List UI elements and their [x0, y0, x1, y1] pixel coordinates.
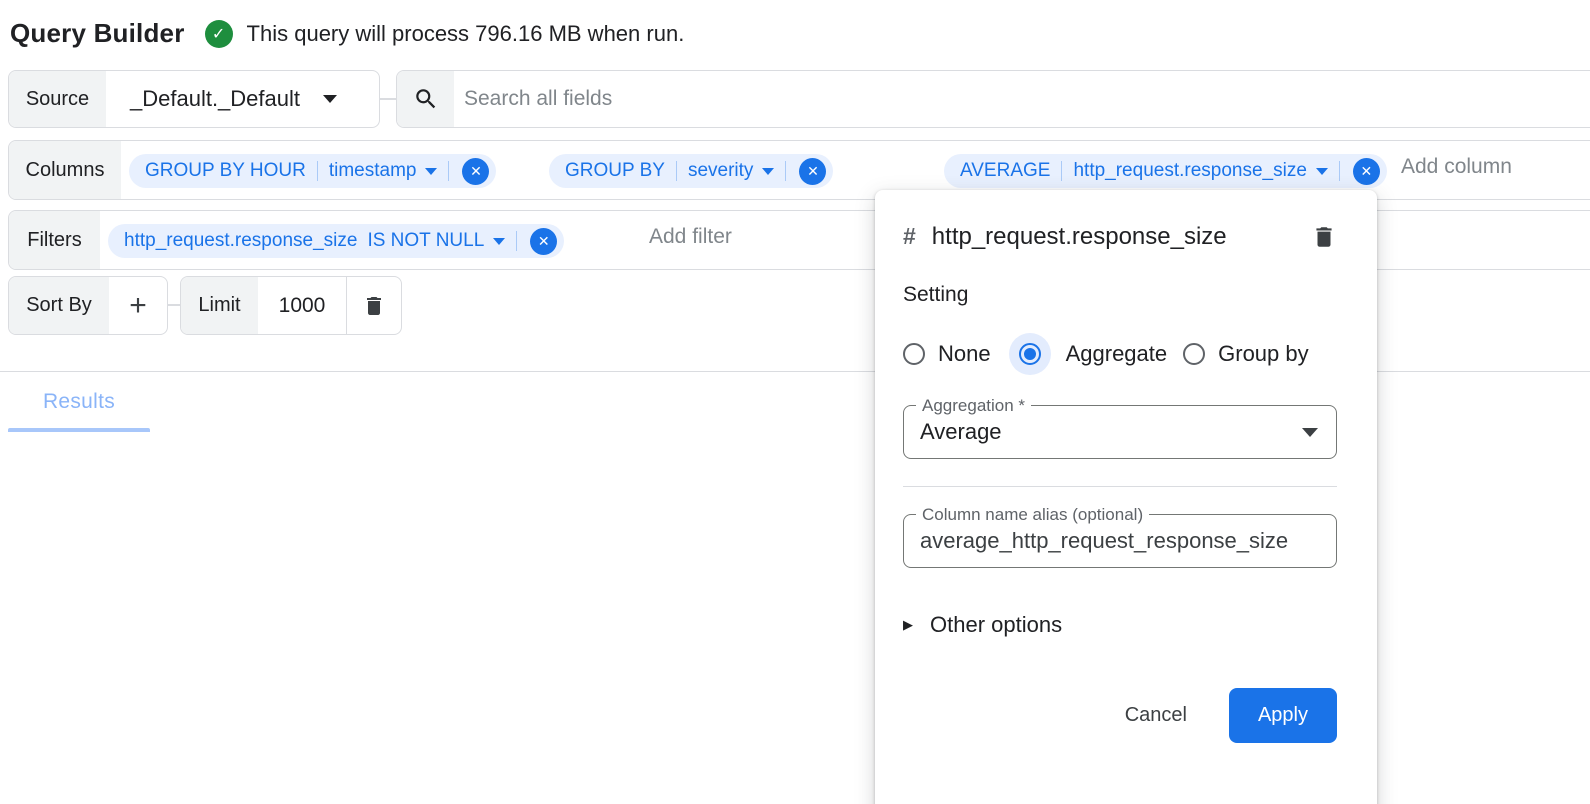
remove-chip-icon[interactable]: ✕	[799, 158, 826, 185]
alias-label: Column name alias (optional)	[916, 505, 1149, 525]
radio-option-group-by[interactable]: Group by	[1183, 341, 1325, 367]
tab-results[interactable]: Results	[8, 380, 150, 432]
remove-chip-icon[interactable]: ✕	[1353, 158, 1380, 185]
chevron-down-icon	[1302, 428, 1318, 437]
add-column-input[interactable]	[1401, 155, 1590, 179]
check-circle-icon: ✓	[205, 20, 233, 48]
disclosure-triangle-icon: ▶	[903, 617, 913, 633]
connector-dash	[168, 304, 180, 306]
numeric-type-icon: #	[903, 216, 916, 256]
column-chip-timestamp[interactable]: GROUP BY HOUR timestamp ✕	[129, 154, 496, 188]
chevron-down-icon	[1316, 168, 1328, 175]
chip-prefix: GROUP BY	[565, 160, 665, 182]
tab-active-underline	[8, 428, 150, 432]
apply-button[interactable]: Apply	[1229, 688, 1337, 743]
radio-icon-aggregate-selected[interactable]	[1019, 343, 1041, 365]
sort-by-group: Sort By +	[8, 276, 168, 335]
filter-field: http_request.response_size	[124, 230, 357, 252]
chip-divider	[676, 161, 677, 181]
limit-group: Limit 1000	[180, 276, 402, 335]
column-chip-response-size[interactable]: AVERAGE http_request.response_size ✕	[944, 154, 1387, 188]
other-options-toggle[interactable]: ▶ Other options	[903, 612, 1337, 638]
chip-field-dropdown[interactable]: severity	[688, 160, 774, 182]
query-builder-panel: Query Builder ✓ This query will process …	[0, 0, 1590, 804]
chip-divider	[317, 161, 318, 181]
radio-option-aggregate[interactable]: Aggregate	[1007, 333, 1184, 375]
cancel-button[interactable]: Cancel	[1125, 704, 1187, 727]
limit-value[interactable]: 1000	[258, 277, 346, 334]
search-input[interactable]	[454, 71, 1590, 127]
page-title: Query Builder	[10, 18, 185, 49]
plus-icon: +	[129, 289, 147, 323]
search-bar	[396, 70, 1590, 128]
chip-prefix: AVERAGE	[960, 160, 1050, 182]
delete-column-button[interactable]	[1311, 224, 1337, 253]
radio-halo	[1009, 333, 1051, 375]
remove-chip-icon[interactable]: ✕	[462, 158, 489, 185]
chevron-down-icon	[323, 95, 337, 103]
alias-input[interactable]	[904, 528, 1336, 554]
source-row: Source _Default._Default	[8, 70, 380, 128]
trash-icon	[362, 294, 386, 318]
search-icon	[413, 86, 439, 112]
chip-divider	[1061, 161, 1062, 181]
filter-chip-response-size[interactable]: http_request.response_size IS NOT NULL ✕	[108, 224, 564, 258]
setting-radio-group: None Aggregate Group by	[903, 333, 1337, 375]
chip-field-dropdown[interactable]: timestamp	[329, 160, 438, 182]
add-filter-input[interactable]	[649, 225, 869, 249]
columns-label: Columns	[9, 141, 121, 199]
column-chip-severity[interactable]: GROUP BY severity ✕	[549, 154, 833, 188]
chevron-down-icon	[425, 168, 437, 175]
chip-field-dropdown[interactable]: http_request.response_size	[1073, 160, 1327, 182]
search-icon-cell	[397, 71, 454, 127]
column-settings-dialog: # http_request.response_size Setting Non…	[875, 190, 1377, 804]
trash-icon	[1311, 224, 1337, 250]
filters-label: Filters	[9, 211, 100, 269]
dialog-title: http_request.response_size	[932, 216, 1262, 257]
filter-condition-dropdown[interactable]: IS NOT NULL	[367, 230, 505, 252]
chip-divider	[785, 161, 786, 181]
dialog-actions: Cancel Apply	[903, 688, 1337, 743]
sort-by-label: Sort By	[9, 277, 109, 334]
setting-heading: Setting	[903, 283, 1337, 307]
chip-prefix: GROUP BY HOUR	[145, 160, 306, 182]
chip-divider	[448, 161, 449, 181]
chip-divider	[1339, 161, 1340, 181]
limit-label: Limit	[181, 277, 258, 334]
connector-dash	[380, 98, 396, 100]
aggregation-label: Aggregation *	[916, 396, 1031, 416]
header: Query Builder ✓ This query will process …	[10, 18, 684, 49]
tab-results-label: Results	[8, 380, 150, 424]
alias-field: Column name alias (optional)	[903, 514, 1337, 568]
aggregation-value: Average	[904, 419, 1002, 445]
radio-option-none[interactable]: None	[903, 341, 1007, 367]
dialog-divider	[903, 486, 1337, 487]
source-label: Source	[9, 71, 106, 127]
delete-limit-button[interactable]	[347, 277, 401, 334]
radio-icon-group-by[interactable]	[1183, 343, 1205, 365]
source-dropdown-value: _Default._Default	[130, 86, 300, 112]
remove-chip-icon[interactable]: ✕	[530, 228, 557, 255]
radio-icon-none[interactable]	[903, 343, 925, 365]
aggregation-select[interactable]: Aggregation * Average	[903, 405, 1337, 459]
chip-divider	[516, 231, 517, 251]
chevron-down-icon	[762, 168, 774, 175]
add-sort-button[interactable]: +	[109, 277, 167, 334]
source-dropdown[interactable]: _Default._Default	[106, 71, 337, 127]
dialog-header: # http_request.response_size	[903, 216, 1337, 257]
query-status-message: This query will process 796.16 MB when r…	[247, 21, 685, 47]
chevron-down-icon	[493, 238, 505, 245]
